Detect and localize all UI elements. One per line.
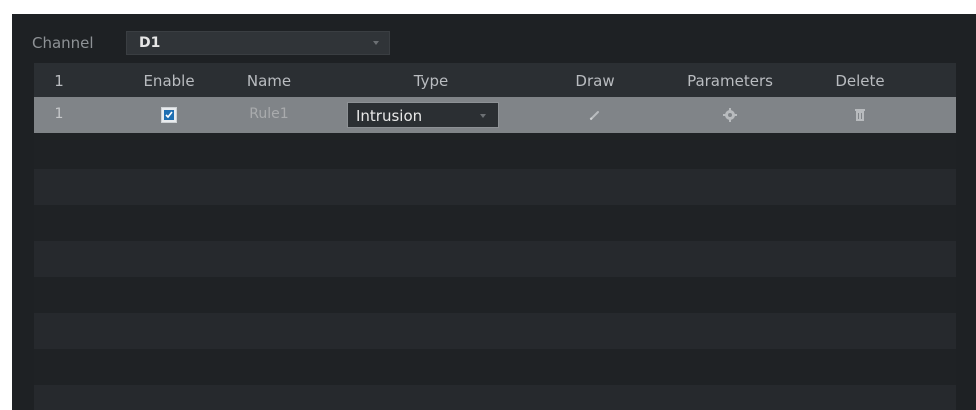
rule-type-select[interactable]: Intrusion [347, 102, 499, 128]
enable-checkbox[interactable] [161, 107, 177, 123]
rule-config-panel: Channel D1 1 Enable Name Type Draw Param… [12, 14, 976, 410]
gear-icon[interactable] [722, 107, 738, 123]
channel-select[interactable]: D1 [126, 31, 390, 55]
channel-select-value: D1 [139, 35, 161, 51]
column-header-index: 1 [54, 72, 64, 90]
table-row-empty [34, 133, 956, 169]
row-index: 1 [54, 106, 64, 122]
column-header-parameters: Parameters [687, 72, 773, 90]
trash-icon[interactable] [852, 107, 868, 123]
chevron-down-icon [373, 41, 379, 45]
table-row-empty [34, 313, 956, 349]
column-header-delete: Delete [835, 72, 885, 90]
column-header-draw: Draw [575, 72, 615, 90]
channel-label: Channel [32, 34, 94, 52]
table-row-empty [34, 277, 956, 313]
table-row-empty [34, 205, 956, 241]
chevron-down-icon [480, 114, 486, 118]
check-icon [164, 110, 174, 120]
table-row-empty [34, 349, 956, 385]
table-row-empty [34, 241, 956, 277]
table-row[interactable]: 1 Rule1 Intrusion [34, 97, 956, 133]
pencil-icon[interactable] [587, 107, 603, 123]
column-header-name: Name [246, 72, 292, 90]
column-header-enable: Enable [143, 72, 195, 90]
table-row-empty [34, 385, 956, 410]
table-row-empty [34, 169, 956, 205]
rules-table: 1 Enable Name Type Draw Parameters Delet… [34, 63, 956, 410]
column-header-type: Type [413, 72, 449, 90]
table-header: 1 Enable Name Type Draw Parameters Delet… [34, 63, 956, 97]
rule-type-value: Intrusion [356, 107, 423, 125]
rule-name: Rule1 [249, 106, 289, 122]
